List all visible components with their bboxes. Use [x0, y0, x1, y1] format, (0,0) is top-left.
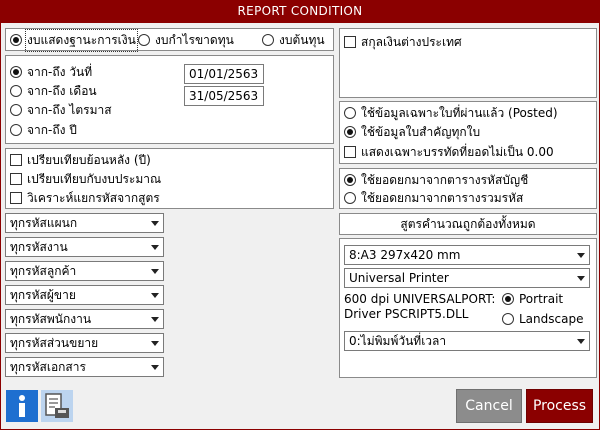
report-type-profit-loss[interactable]: งบกำไรขาดทุน: [138, 31, 234, 49]
balance-from-account[interactable]: ใช้ยอดยกมาจากตารางรหัสบัญชี: [344, 171, 528, 189]
chevron-down-icon: [573, 246, 589, 264]
info-icon: [19, 395, 25, 417]
chevron-down-icon: [573, 269, 589, 287]
employee-filter[interactable]: ทุกรหัสพนักงาน: [5, 309, 164, 329]
chevron-down-icon: [147, 286, 163, 304]
paper-size-select[interactable]: 8:A3 297x420 mm: [344, 245, 590, 265]
balance-source-group: ใช้ยอดยกมาจากตารางรหัสบัญชี ใช้ยอดยกมาจา…: [339, 168, 597, 209]
radio-icon: [344, 126, 356, 138]
radio-icon: [138, 34, 150, 46]
chevron-down-icon: [147, 310, 163, 328]
department-filter[interactable]: ทุกรหัสแผนก: [5, 213, 164, 233]
radio-icon: [344, 107, 356, 119]
radio-icon: [10, 34, 22, 46]
radio-icon: [10, 124, 22, 136]
chevron-down-icon: [573, 332, 589, 350]
document-filter[interactable]: ทุกรหัสเอกสาร: [5, 357, 164, 377]
foreign-currency-group: สกุลเงินต่างประเทศ: [339, 28, 597, 98]
print-time-select[interactable]: 0:ไม่พิมพ์วันที่เวลา: [344, 331, 590, 351]
printer-select[interactable]: Universal Printer: [344, 268, 590, 288]
radio-icon: [10, 104, 22, 116]
checkbox-icon: [10, 154, 22, 166]
checkbox-icon: [10, 192, 22, 204]
balance-from-combined[interactable]: ใช้ยอดยกมาจากตารางรวมรหัส: [344, 189, 523, 207]
cancel-button[interactable]: Cancel: [456, 389, 522, 423]
radio-icon: [344, 174, 356, 186]
checkbox-icon: [344, 36, 356, 48]
print-settings-group: 8:A3 297x420 mm Universal Printer 600 dp…: [339, 238, 597, 378]
printer-info-line2: Driver PSCRIPT5.DLL: [344, 307, 469, 321]
date-to-input[interactable]: 31/05/2563: [184, 86, 264, 106]
nonzero-only-checkbox[interactable]: แสดงเฉพาะบรรทัดที่ยอดไม่เป็น 0.00: [344, 143, 554, 161]
compare-group: เปรียบเทียบย้อนหลัง (ปี) เปรียบเทียบกับง…: [5, 148, 334, 209]
analyze-formula[interactable]: วิเคราะห์แยกรหัสจากสูตร: [10, 189, 160, 207]
customer-filter[interactable]: ทุกรหัสลูกค้า: [5, 261, 164, 281]
compare-budget[interactable]: เปรียบเทียบกับงบประมาณ: [10, 170, 161, 188]
data-source-all[interactable]: ใช้ข้อมูลใบสำคัญทุกใบ: [344, 123, 480, 141]
printer-info-line1: 600 dpi UNIVERSALPORT:: [344, 292, 496, 306]
vendor-filter[interactable]: ทุกรหัสผู้ขาย: [5, 285, 164, 305]
compare-prior-years[interactable]: เปรียบเทียบย้อนหลัง (ปี): [10, 151, 151, 169]
data-source-group: ใช้ข้อมูลเฉพาะใบที่ผ่านแล้ว (Posted) ใช้…: [339, 101, 597, 164]
checkbox-icon: [10, 173, 22, 185]
print-setup-icon: [45, 393, 69, 418]
radio-icon: [262, 34, 274, 46]
process-button[interactable]: Process: [526, 389, 593, 423]
radio-icon: [502, 313, 514, 325]
data-source-posted[interactable]: ใช้ข้อมูลเฉพาะใบที่ผ่านแล้ว (Posted): [344, 104, 558, 122]
period-by-quarter[interactable]: จาก-ถึง ไตรมาส: [10, 101, 112, 119]
chevron-down-icon: [147, 358, 163, 376]
period-by-date[interactable]: จาก-ถึง วันที่: [10, 63, 92, 81]
period-group: จาก-ถึง วันที่ จาก-ถึง เดือน จาก-ถึง ไตร…: [5, 55, 334, 144]
dialog-body: งบแสดงฐานะการเงิน งบกำไรขาดทุน งบต้นทุน …: [0, 23, 600, 430]
foreign-currency-checkbox[interactable]: สกุลเงินต่างประเทศ: [344, 33, 462, 51]
info-button[interactable]: [6, 390, 38, 422]
report-type-cost[interactable]: งบต้นทุน: [262, 31, 325, 49]
checkbox-icon: [344, 146, 356, 158]
period-by-year[interactable]: จาก-ถึง ปี: [10, 121, 77, 139]
report-type-group: งบแสดงฐานะการเงิน งบกำไรขาดทุน งบต้นทุน: [5, 28, 334, 52]
radio-icon: [344, 192, 356, 204]
radio-icon: [10, 66, 22, 78]
chevron-down-icon: [147, 334, 163, 352]
radio-icon: [10, 85, 22, 97]
radio-icon: [502, 293, 514, 305]
window-title: REPORT CONDITION: [0, 0, 600, 23]
job-filter[interactable]: ทุกรหัสงาน: [5, 237, 164, 257]
report-type-balance-sheet[interactable]: งบแสดงฐานะการเงิน: [10, 28, 138, 52]
chevron-down-icon: [147, 214, 163, 232]
extension-filter[interactable]: ทุกรหัสส่วนขยาย: [5, 333, 164, 353]
print-setup-button[interactable]: [41, 390, 73, 422]
formula-status: สูตรคำนวณถูกต้องทั้งหมด: [339, 213, 597, 235]
orientation-landscape[interactable]: Landscape: [502, 310, 583, 328]
date-from-input[interactable]: 01/01/2563: [184, 64, 264, 84]
chevron-down-icon: [147, 262, 163, 280]
chevron-down-icon: [147, 238, 163, 256]
period-by-month[interactable]: จาก-ถึง เดือน: [10, 82, 97, 100]
orientation-portrait[interactable]: Portrait: [502, 290, 563, 308]
